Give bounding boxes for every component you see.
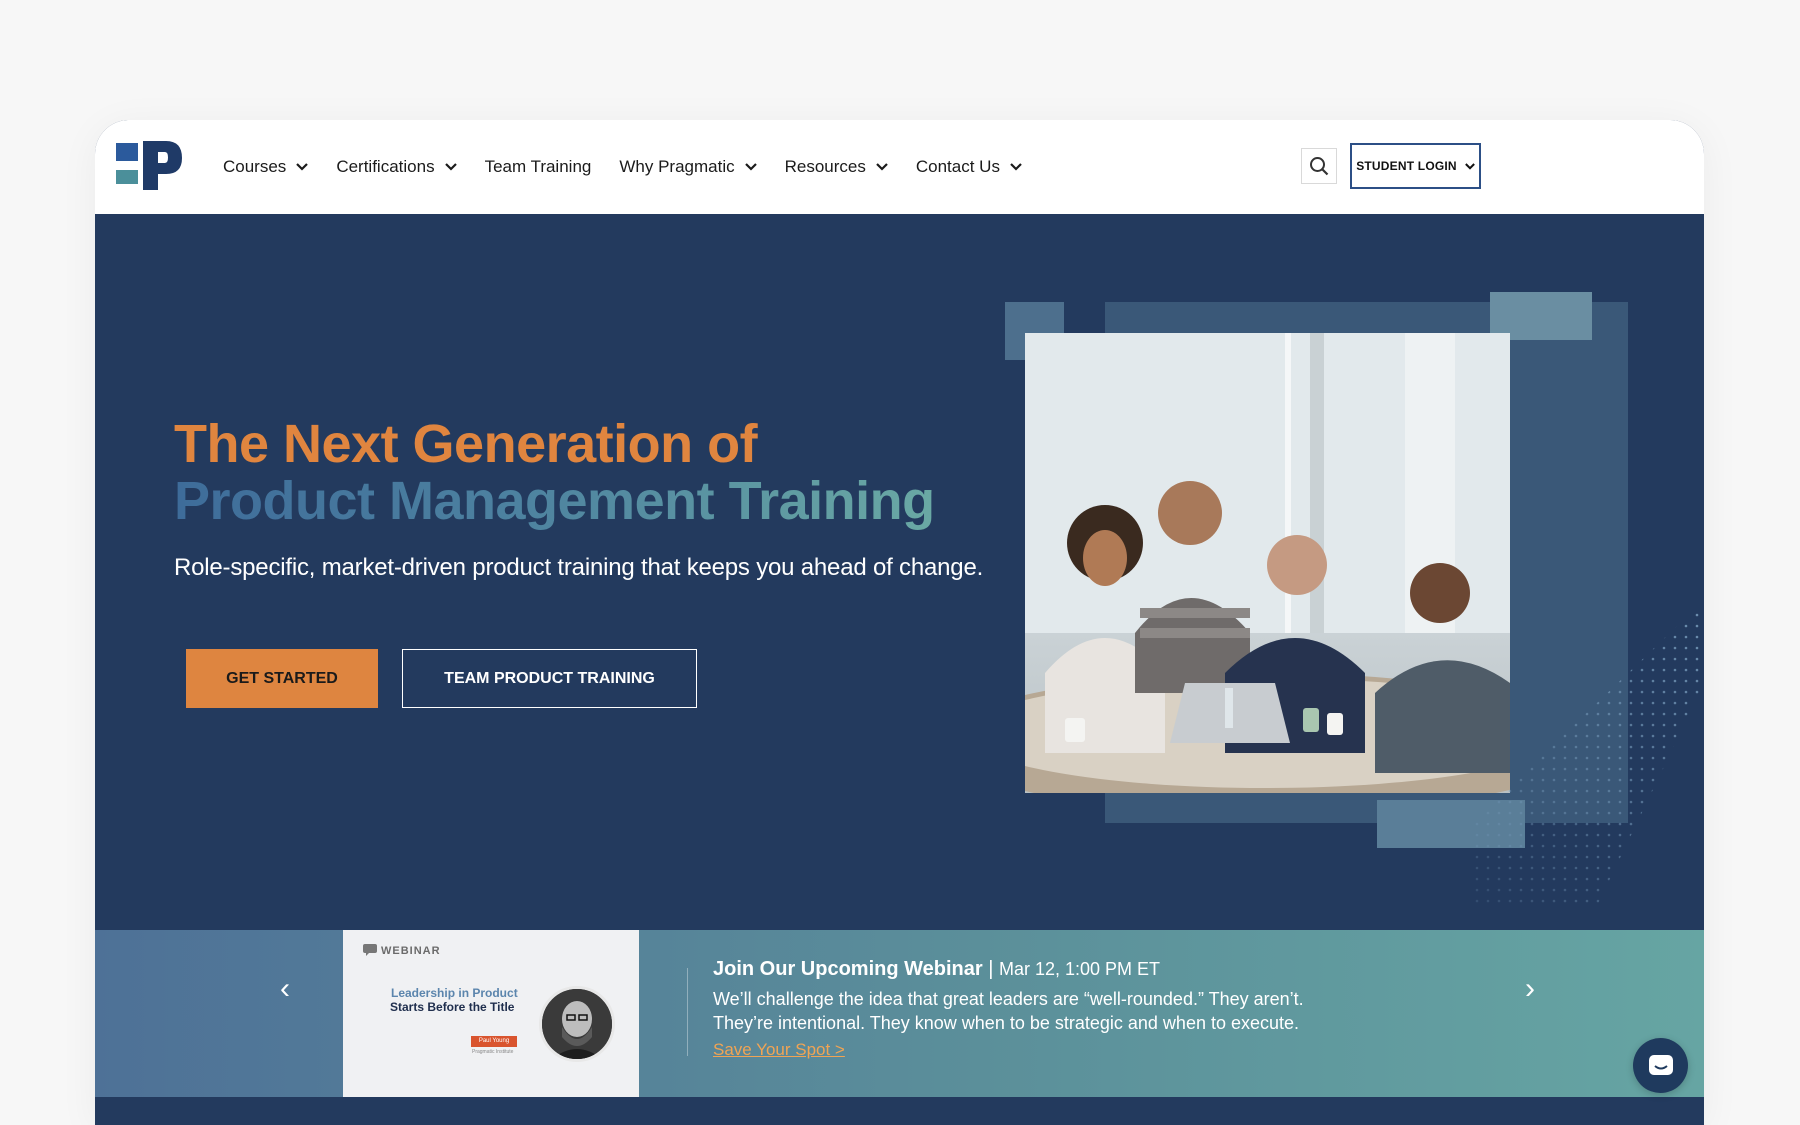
search-button[interactable] — [1301, 148, 1337, 184]
nav-resources-label: Resources — [784, 157, 866, 176]
nav-contact-us-label: Contact Us — [915, 157, 1000, 176]
chevron-down-icon — [444, 163, 457, 171]
chevron-down-icon — [1464, 162, 1475, 170]
chevron-down-icon — [876, 163, 888, 171]
chat-icon — [1648, 1054, 1673, 1075]
webinar-description: We’ll challenge the idea that great lead… — [713, 989, 1304, 1033]
dot-pattern — [1475, 580, 1704, 910]
nav-contact-us[interactable]: Contact Us — [916, 157, 1022, 177]
get-started-button[interactable]: GET STARTED — [186, 649, 378, 708]
nav-why-pragmatic[interactable]: Why Pragmatic — [619, 157, 757, 177]
webinar-thumb-label: WEBINAR — [381, 945, 441, 957]
band-bottom-strip — [95, 1097, 1704, 1125]
chevron-down-icon — [744, 163, 757, 171]
webinar-thumbnail[interactable]: WEBINAR Leadership in Product Starts Bef… — [343, 930, 639, 1097]
speaker-avatar — [539, 986, 615, 1062]
nav-certifications-label: Certifications — [336, 157, 435, 176]
nav-courses-label: Courses — [223, 157, 287, 176]
nav-why-pragmatic-label: Why Pragmatic — [619, 157, 735, 176]
pragmatic-logo-icon[interactable] — [116, 140, 184, 192]
nav-resources[interactable]: Resources — [785, 157, 888, 177]
nav-team-training[interactable]: Team Training — [485, 157, 592, 177]
nav-team-training-label: Team Training — [484, 157, 592, 176]
hero-title: The Next Generation of Product Managemen… — [174, 416, 935, 530]
hero-title-line1: The Next Generation of — [174, 414, 758, 474]
team-meeting-photo — [1025, 333, 1510, 793]
chevron-down-icon — [1010, 163, 1022, 171]
nav-courses[interactable]: Courses — [223, 157, 309, 177]
nav-certifications[interactable]: Certifications — [336, 157, 457, 177]
team-product-training-button[interactable]: TEAM PRODUCT TRAINING — [402, 649, 697, 708]
webinar-title: Join Our Upcoming Webinar — [713, 958, 983, 980]
main-nav: Courses Certifications Team Training Why… — [223, 120, 1050, 214]
people-illustration — [1025, 333, 1510, 793]
hero-title-line2: Product Management Training — [174, 471, 935, 531]
search-icon — [1310, 157, 1329, 176]
hero-subtitle: Role-specific, market-driven product tra… — [174, 554, 984, 581]
chevron-down-icon — [296, 163, 309, 171]
student-login-label: STUDENT LOGIN — [1356, 159, 1457, 173]
student-login-button[interactable]: STUDENT LOGIN — [1350, 143, 1481, 189]
webinar-badge-icon — [363, 944, 377, 956]
webinar-speaker-org: Pragmatic Institute — [472, 1049, 514, 1055]
webinar-heading: Join Our Upcoming Webinar | Mar 12, 1:00… — [713, 958, 1160, 981]
webinar-speaker-tag: Paul Young — [471, 1036, 517, 1047]
webinar-date: Mar 12, 1:00 PM ET — [998, 959, 1161, 979]
page-frame: Courses Certifications Team Training Why… — [95, 120, 1704, 1125]
carousel-next-button[interactable]: › — [1515, 972, 1545, 1006]
webinar-separator: | — [982, 958, 999, 980]
chat-launcher-button[interactable] — [1633, 1038, 1688, 1093]
speaker-portrait-icon — [542, 989, 612, 1059]
webinar-divider — [687, 968, 688, 1056]
save-your-spot-link[interactable]: Save Your Spot > — [713, 1040, 845, 1060]
site-header: Courses Certifications Team Training Why… — [95, 120, 1704, 214]
webinar-thumb-line1: Leadership in Product — [391, 986, 518, 1000]
carousel-prev-button[interactable]: ‹ — [270, 972, 300, 1006]
webinar-thumb-line2: Starts Before the Title — [390, 1000, 515, 1014]
